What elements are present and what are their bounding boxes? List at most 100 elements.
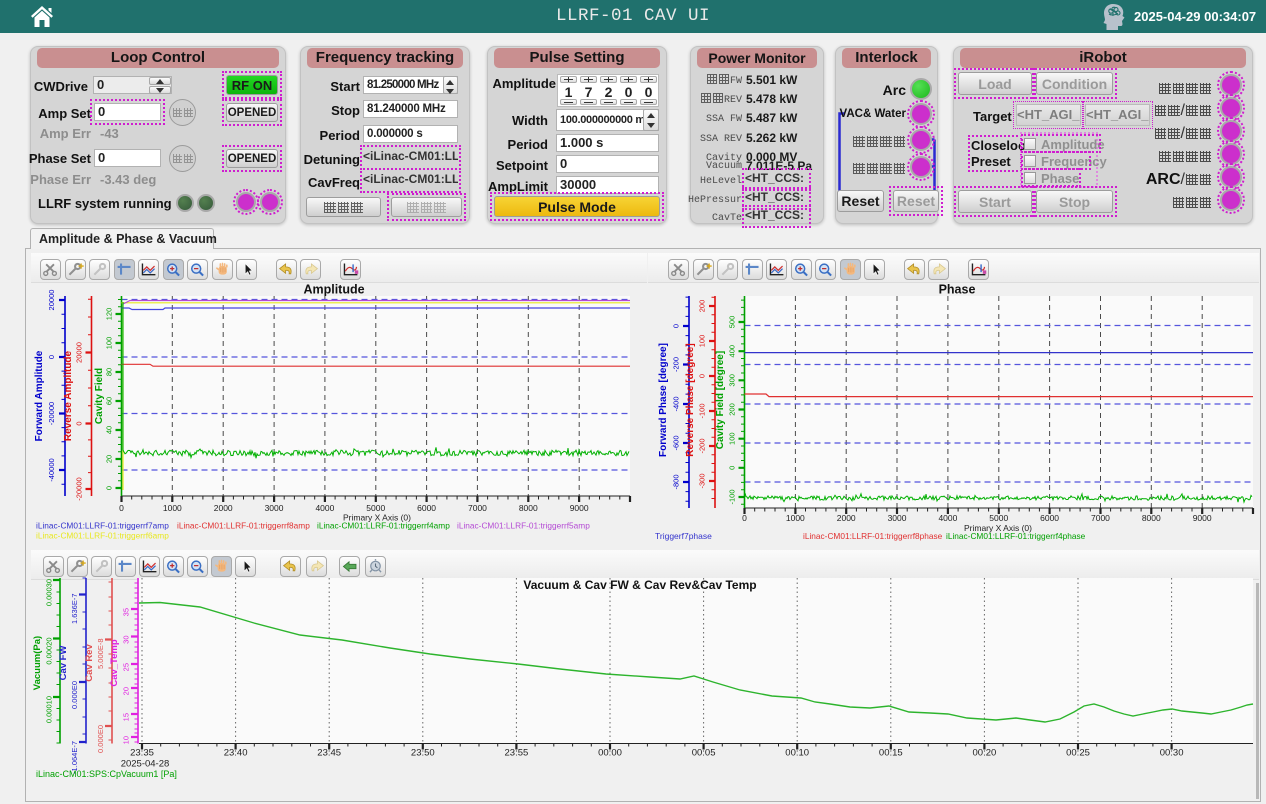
svg-text:Vacuum & Cav FW & Cav Rev&Cav: Vacuum & Cav FW & Cav Rev&Cav Temp — [523, 578, 756, 592]
svg-text:100: 100 — [698, 335, 707, 348]
svg-text:8000: 8000 — [519, 503, 538, 513]
svg-text:Cav_Temp: Cav_Temp — [109, 639, 120, 687]
svg-text:80: 80 — [105, 368, 114, 376]
svg-text:1.636E-7: 1.636E-7 — [70, 594, 79, 624]
svg-text:00:15: 00:15 — [879, 748, 903, 759]
svg-text:1000: 1000 — [786, 513, 805, 523]
svg-text:200: 200 — [728, 403, 737, 416]
svg-text:120: 120 — [105, 308, 114, 321]
svg-text:400: 400 — [728, 345, 737, 358]
svg-text:0: 0 — [672, 324, 681, 328]
svg-text:iLinac-CM01:LLRF-01:triggerrf6: iLinac-CM01:LLRF-01:triggerrf6amp — [36, 531, 169, 541]
svg-text:23:45: 23:45 — [317, 748, 341, 759]
svg-text:00:00: 00:00 — [598, 748, 622, 759]
svg-text:Forward Phase [degree]: Forward Phase [degree] — [658, 343, 669, 457]
svg-text:Forward Amplitude: Forward Amplitude — [34, 350, 45, 441]
svg-text:Phase: Phase — [939, 283, 976, 297]
svg-text:-20000: -20000 — [47, 402, 56, 425]
svg-text:10: 10 — [122, 736, 131, 744]
svg-text:-40000: -40000 — [47, 458, 56, 481]
svg-text:6000: 6000 — [1040, 513, 1059, 523]
svg-text:23:40: 23:40 — [224, 748, 248, 759]
svg-text:-100: -100 — [728, 489, 737, 504]
svg-text:-300: -300 — [698, 473, 707, 488]
svg-text:-20000: -20000 — [75, 477, 84, 500]
svg-text:2000: 2000 — [214, 503, 233, 513]
svg-text:0.00010: 0.00010 — [45, 696, 54, 723]
svg-text:7000: 7000 — [1091, 513, 1110, 523]
svg-text:23:50: 23:50 — [411, 748, 435, 759]
svg-text:0: 0 — [742, 513, 747, 523]
svg-text:15: 15 — [122, 713, 131, 721]
svg-text:4000: 4000 — [938, 513, 957, 523]
svg-text:-200: -200 — [672, 357, 681, 372]
svg-text:-600: -600 — [672, 435, 681, 450]
svg-text:0.00020: 0.00020 — [45, 638, 54, 665]
svg-text:5000: 5000 — [989, 513, 1008, 523]
svg-text:0.00030: 0.00030 — [45, 579, 54, 606]
svg-text:Cavity Field [degree]: Cavity Field [degree] — [715, 351, 726, 449]
svg-text:iLinac-CM01:LLRF-01:triggerrf5: iLinac-CM01:LLRF-01:triggerrf5amp — [457, 521, 590, 531]
svg-text:0: 0 — [105, 486, 114, 490]
svg-text:35: 35 — [122, 608, 131, 616]
svg-text:3000: 3000 — [265, 503, 284, 513]
svg-text:2000: 2000 — [837, 513, 856, 523]
svg-text:00:05: 00:05 — [692, 748, 716, 759]
svg-text:Reverse Amplitude: Reverse Amplitude — [63, 350, 74, 441]
svg-text:1000: 1000 — [163, 503, 182, 513]
svg-text:9000: 9000 — [1193, 513, 1212, 523]
svg-text:3000: 3000 — [888, 513, 907, 523]
svg-text:Cav FW: Cav FW — [58, 646, 69, 681]
svg-text:7000: 7000 — [468, 503, 487, 513]
svg-text:0: 0 — [728, 466, 737, 470]
svg-text:25: 25 — [122, 663, 131, 671]
svg-text:Vacuum(Pa): Vacuum(Pa) — [32, 636, 43, 690]
svg-text:0: 0 — [47, 355, 56, 359]
svg-text:iLinac-CM01:LLRF-01:triggerrf8: iLinac-CM01:LLRF-01:triggerrf8phase — [803, 531, 943, 541]
svg-text:20: 20 — [122, 687, 131, 695]
svg-text:500: 500 — [728, 316, 737, 329]
svg-text:6000: 6000 — [417, 503, 436, 513]
svg-text:iLinac-CM01:LLRF-01:triggerrf4: iLinac-CM01:LLRF-01:triggerrf4phase — [946, 531, 1086, 541]
svg-text:23:55: 23:55 — [505, 748, 529, 759]
svg-text:-800: -800 — [672, 474, 681, 489]
svg-text:00:10: 00:10 — [785, 748, 809, 759]
svg-text:5000: 5000 — [366, 503, 385, 513]
svg-text:Cav Rev: Cav Rev — [84, 644, 95, 682]
svg-text:2025-04-28: 2025-04-28 — [121, 759, 170, 770]
svg-text:200: 200 — [698, 300, 707, 313]
svg-text:20000: 20000 — [47, 290, 56, 311]
svg-text:30: 30 — [122, 636, 131, 644]
svg-text:Reverse Phase [degree]: Reverse Phase [degree] — [685, 343, 696, 456]
svg-text:00:20: 00:20 — [973, 748, 997, 759]
svg-text:-400: -400 — [672, 396, 681, 411]
svg-text:iLinac-CM01:LLRF-01:triggerrf7: iLinac-CM01:LLRF-01:triggerrf7amp — [36, 521, 169, 531]
svg-text:0: 0 — [698, 374, 707, 378]
svg-text:-100: -100 — [698, 403, 707, 418]
svg-text:23:35: 23:35 — [130, 748, 154, 759]
svg-text:20000: 20000 — [75, 342, 84, 363]
svg-text:Amplitude: Amplitude — [303, 283, 364, 297]
svg-text:5.000E-8: 5.000E-8 — [96, 639, 105, 669]
svg-text:40: 40 — [105, 426, 114, 434]
svg-text:-200: -200 — [698, 438, 707, 453]
svg-text:iLinac-CM01:SPS:CpVacuum1 [Pa]: iLinac-CM01:SPS:CpVacuum1 [Pa] — [36, 769, 177, 779]
svg-text:100: 100 — [728, 432, 737, 445]
svg-text:0: 0 — [75, 421, 84, 425]
svg-text:0: 0 — [119, 503, 124, 513]
svg-text:iLinac-CM01:LLRF-01:triggerrf8: iLinac-CM01:LLRF-01:triggerrf8amp — [177, 521, 310, 531]
svg-text:4000: 4000 — [315, 503, 334, 513]
svg-text:Triggerf7phase: Triggerf7phase — [655, 531, 712, 541]
svg-text:0.000E0: 0.000E0 — [70, 681, 79, 709]
svg-text:20: 20 — [105, 455, 114, 463]
svg-text:8000: 8000 — [1142, 513, 1161, 523]
svg-text:Cavity Field: Cavity Field — [94, 368, 105, 424]
svg-text:iLinac-CM01:LLRF-01:triggerrf4: iLinac-CM01:LLRF-01:triggerrf4amp — [317, 521, 450, 531]
svg-text:0.000E0: 0.000E0 — [96, 725, 105, 753]
svg-text:300: 300 — [728, 374, 737, 387]
svg-text:60: 60 — [105, 397, 114, 405]
svg-text:100: 100 — [105, 337, 114, 350]
svg-text:9000: 9000 — [570, 503, 589, 513]
svg-text:00:25: 00:25 — [1066, 748, 1090, 759]
svg-text:00:30: 00:30 — [1160, 748, 1184, 759]
